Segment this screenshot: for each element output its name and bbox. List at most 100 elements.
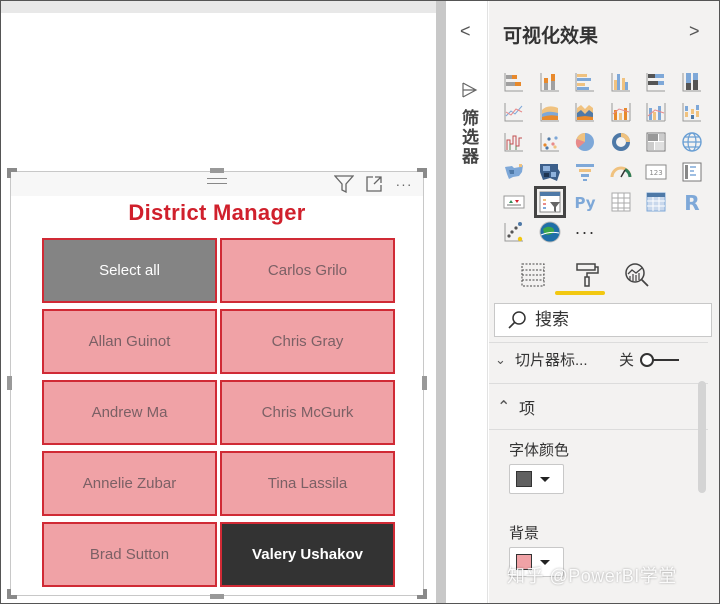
fields-tab[interactable] (511, 257, 555, 293)
analytics-tab[interactable] (615, 257, 659, 293)
more-options-icon[interactable]: ··· (393, 174, 415, 194)
r-script-visual-icon[interactable]: R (677, 187, 707, 217)
tile-andrew-ma[interactable]: Andrew Ma (42, 380, 217, 445)
svg-text:R: R (684, 191, 699, 214)
resize-handle-bottom[interactable] (210, 594, 224, 599)
table-icon[interactable] (606, 187, 636, 217)
analytics-icon (625, 263, 649, 287)
kpi-icon[interactable] (499, 187, 529, 217)
tile-annelie-zubar[interactable]: Annelie Zubar (42, 451, 217, 516)
search-icon (508, 311, 526, 329)
resize-handle-bottom-left[interactable] (7, 589, 17, 599)
waterfall-chart-icon[interactable] (499, 127, 529, 157)
report-canvas[interactable]: ··· District Manager Select all Carlos G… (1, 1, 436, 603)
matrix-icon[interactable] (641, 187, 671, 217)
multi-row-card-icon[interactable] (677, 157, 707, 187)
background-label: 背景 (509, 525, 540, 542)
resize-handle-top[interactable] (210, 168, 224, 173)
font-color-label: 字体颜色 (509, 442, 570, 459)
canvas-top-bar (1, 1, 436, 13)
clustered-bar-chart-icon[interactable] (570, 67, 600, 97)
slicer-header-section[interactable]: ⌄ 切片器标... 关 (489, 342, 708, 376)
caret-down-icon (540, 476, 550, 482)
format-search[interactable] (494, 303, 712, 337)
items-section-label: 项 (519, 400, 536, 418)
treemap-icon[interactable] (641, 127, 671, 157)
svg-text:123: 123 (649, 169, 662, 177)
tile-allan-guinot[interactable]: Allan Guinot (42, 309, 217, 374)
tile-tina-lassila[interactable]: Tina Lassila (220, 451, 395, 516)
visual-header: ··· (11, 172, 423, 196)
stacked-bar-chart-icon[interactable] (499, 67, 529, 97)
100-stacked-bar-chart-icon[interactable] (641, 67, 671, 97)
key-influencers-icon[interactable] (499, 217, 529, 247)
donut-chart-icon[interactable] (606, 127, 636, 157)
card-icon[interactable]: 123 (641, 157, 671, 187)
items-section[interactable]: ⌃ 项 (489, 383, 708, 429)
filter-icon[interactable] (333, 174, 355, 194)
filled-map-icon[interactable] (499, 157, 529, 187)
python-visual-icon[interactable]: Py (570, 187, 600, 217)
toggle-state-label: 关 (619, 352, 635, 369)
filters-pane-label[interactable]: 筛选器 (456, 109, 481, 166)
line-and-clustered-column-chart-icon[interactable] (641, 97, 671, 127)
funnel-icon-visual[interactable] (570, 157, 600, 187)
slicer-header-toggle[interactable] (640, 352, 680, 367)
funnel-icon[interactable] (462, 81, 478, 99)
tile-valery-ushakov[interactable]: Valery Ushakov (220, 522, 395, 587)
map-icon[interactable] (677, 127, 707, 157)
more-visuals-icon[interactable]: ··· (570, 217, 600, 247)
slicer-icon[interactable] (533, 186, 566, 218)
resize-handle-top-right[interactable] (417, 168, 427, 178)
filters-pane: < 筛选器 (446, 1, 488, 603)
pie-chart-icon[interactable] (570, 127, 600, 157)
canvas-scrollbar[interactable] (436, 1, 446, 603)
chevron-up-icon[interactable]: ⌃ (497, 397, 519, 417)
tile-chris-gray[interactable]: Chris Gray (220, 309, 395, 374)
stacked-column-chart-icon[interactable] (535, 67, 565, 97)
font-color-swatch (516, 471, 532, 487)
visualizations-pane: 可视化效果 > 123 Py R ··· 搜索 ⌄ 切片器标... 关 ⌃ 项 … (489, 1, 719, 603)
collapse-visualizations-chevron-icon[interactable]: > (689, 21, 700, 42)
slicer-visual[interactable]: ··· District Manager Select all Carlos G… (7, 168, 427, 599)
scatter-chart-icon[interactable] (535, 127, 565, 157)
watermark: 知乎 @PowerBI学堂 (507, 566, 677, 586)
tile-chris-mcgurk[interactable]: Chris McGurk (220, 380, 395, 445)
line-chart-icon[interactable] (499, 97, 529, 127)
toggle-track (653, 358, 680, 361)
drag-grip-icon[interactable] (207, 178, 227, 184)
slicer-title: District Manager (128, 200, 306, 225)
format-pane-scrollbar[interactable] (698, 381, 706, 493)
ribbon-chart-icon[interactable] (677, 97, 707, 127)
resize-handle-top-left[interactable] (7, 168, 17, 178)
tile-select-all[interactable]: Select all (42, 238, 217, 303)
tile-carlos-grilo[interactable]: Carlos Grilo (220, 238, 395, 303)
toggle-knob (640, 352, 655, 367)
font-color-picker[interactable] (509, 464, 564, 494)
100-stacked-column-chart-icon[interactable] (677, 67, 707, 97)
visual-types-gallery: 123 Py R ··· (499, 67, 707, 247)
clustered-column-chart-icon[interactable] (606, 67, 636, 97)
tile-brad-sutton[interactable]: Brad Sutton (42, 522, 217, 587)
section-divider (489, 429, 708, 430)
svg-text:Py: Py (574, 194, 595, 212)
line-and-stacked-column-chart-icon[interactable] (606, 97, 636, 127)
search-input[interactable] (535, 310, 695, 330)
area-chart-icon[interactable] (535, 97, 565, 127)
expand-filters-chevron-icon[interactable]: < (460, 21, 471, 42)
resize-handle-right[interactable] (422, 376, 427, 390)
chevron-down-icon[interactable]: ⌄ (495, 352, 515, 368)
slicer-tiles: Select all Carlos Grilo Allan Guinot Chr… (42, 238, 395, 587)
arcgis-map-icon[interactable] (535, 217, 565, 247)
focus-mode-icon[interactable] (363, 174, 385, 194)
fields-icon (521, 263, 545, 287)
format-tab[interactable] (565, 257, 609, 293)
paint-roller-icon (576, 263, 599, 287)
resize-handle-left[interactable] (7, 376, 12, 390)
shape-map-icon[interactable] (535, 157, 565, 187)
slicer-header-label: 切片器标... (515, 352, 588, 369)
stacked-area-chart-icon[interactable] (570, 97, 600, 127)
visualizations-title: 可视化效果 (503, 26, 599, 47)
resize-handle-bottom-right[interactable] (417, 589, 427, 599)
gauge-icon[interactable] (606, 157, 636, 187)
